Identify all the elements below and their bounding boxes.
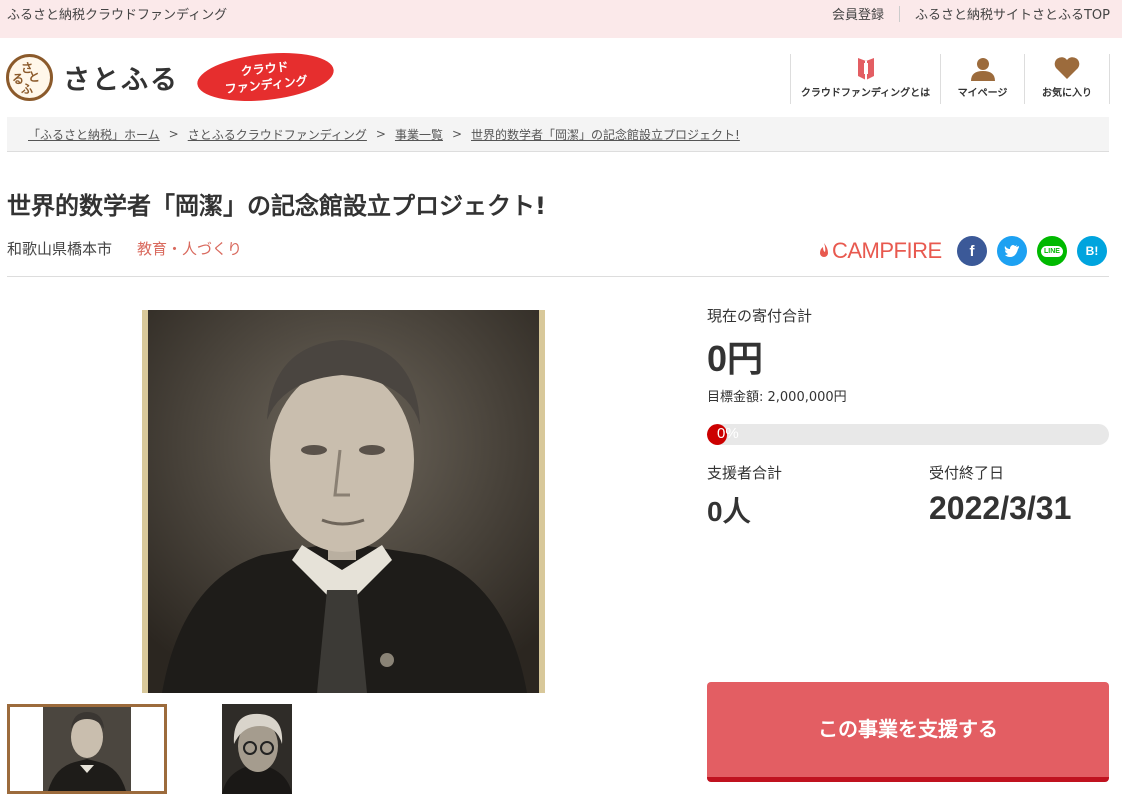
hatena-share-button[interactable]: B! (1077, 236, 1107, 266)
social-share: f LINE B! (957, 236, 1117, 266)
progress-percent: 0% (717, 425, 739, 442)
facebook-share-button[interactable]: f (957, 236, 987, 266)
deadline-label: 受付終了日 (929, 464, 1005, 482)
top-bar: ふるさと納税クラウドファンディング 会員登録 ふるさと納税サイトさとふるTOP (0, 0, 1122, 38)
portrait-image (142, 310, 545, 693)
target-amount: 目標金額: 2,000,000円 (707, 390, 847, 405)
main-project-photo (142, 310, 545, 693)
logo-mark-icon: さ る と ふ (6, 54, 53, 101)
deadline-date: 2022/3/31 (929, 490, 1072, 526)
current-amount: 0円 (707, 338, 764, 379)
thumbnail-1[interactable] (7, 704, 167, 794)
nav-label: マイページ (957, 88, 1008, 99)
section-divider (7, 276, 1109, 277)
nav-about-crowdfunding[interactable]: クラウドファンディングとは (790, 54, 940, 104)
supporters-count: 0人 (707, 496, 751, 527)
flame-icon (820, 243, 828, 257)
site-top-link[interactable]: ふるさと納税サイトさとふるTOP (915, 4, 1110, 23)
heart-icon (1054, 57, 1080, 79)
header-nav: クラウドファンディングとは マイページ お気に入り (790, 54, 1110, 104)
project-location: 和歌山県橋本市 (7, 240, 113, 258)
hatena-icon: B! (1085, 244, 1099, 258)
breadcrumb-separator: > (168, 127, 179, 141)
line-icon: LINE (1041, 245, 1063, 257)
support-project-button[interactable]: この事業を支援する (707, 682, 1109, 782)
divider (898, 5, 900, 22)
logo-text: さとふる (63, 65, 179, 96)
campfire-logo[interactable]: CAMPFIRE (818, 238, 942, 264)
breadcrumb-separator: > (375, 127, 386, 141)
breadcrumb: 「ふるさと納税」ホーム > さとふるクラウドファンディング > 事業一覧 > 世… (7, 117, 1109, 152)
campfire-text: CAMPFIRE (832, 238, 942, 263)
project-category[interactable]: 教育・人づくり (137, 238, 242, 259)
book-icon (857, 58, 874, 80)
thumbnail-2[interactable] (222, 704, 292, 794)
nav-label: クラウドファンディングとは (800, 88, 931, 99)
thumbnail-portrait-image (43, 707, 131, 791)
breadcrumb-current[interactable]: 世界的数学者「岡潔」の記念館設立プロジェクト! (471, 126, 740, 143)
project-title: 世界的数学者「岡潔」の記念館設立プロジェクト! (7, 192, 546, 220)
thumbnail-portrait-image (222, 704, 292, 794)
site-name: ふるさと納税クラウドファンディング (7, 8, 228, 23)
nav-label: お気に入り (1042, 88, 1092, 99)
breadcrumb-home[interactable]: 「ふるさと納税」ホーム (28, 126, 160, 143)
nav-mypage[interactable]: マイページ (940, 54, 1024, 104)
logo[interactable]: さ る と ふ さとふる (6, 54, 179, 101)
current-total-label: 現在の寄付合計 (707, 307, 813, 325)
breadcrumb-crowdfunding[interactable]: さとふるクラウドファンディング (188, 126, 367, 143)
twitter-share-button[interactable] (997, 236, 1027, 266)
top-links: 会員登録 ふるさと納税サイトさとふるTOP (832, 4, 1110, 23)
user-icon (970, 58, 995, 81)
progress-bar: 0% (707, 424, 1109, 445)
supporters-label: 支援者合計 (707, 464, 783, 482)
header: さ る と ふ さとふる クラウド ファンディング クラウドファンディングとは (0, 38, 1122, 116)
breadcrumb-separator: > (451, 127, 463, 141)
facebook-icon: f (969, 242, 975, 260)
nav-favorites[interactable]: お気に入り (1024, 54, 1110, 104)
twitter-icon (1004, 245, 1019, 257)
register-link[interactable]: 会員登録 (832, 4, 884, 23)
crowdfunding-badge[interactable]: クラウド ファンディング (194, 46, 337, 108)
line-share-button[interactable]: LINE (1037, 236, 1067, 266)
breadcrumb-project-list[interactable]: 事業一覧 (395, 126, 443, 143)
